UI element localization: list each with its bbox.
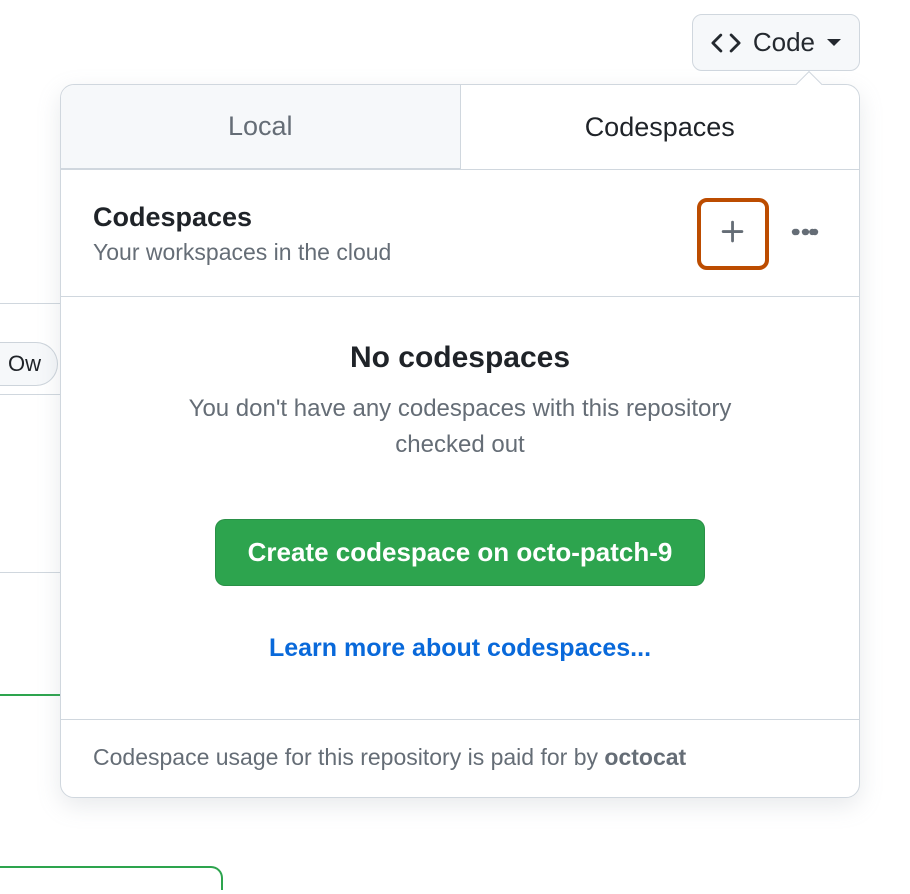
plus-icon [718, 217, 748, 252]
create-codespace-on-branch-button[interactable]: Create codespace on octo-patch-9 [215, 519, 706, 586]
empty-title: No codespaces [99, 341, 821, 375]
tab-codespaces-label: Codespaces [585, 112, 735, 143]
learn-more-label: Learn more about codespaces... [269, 634, 651, 662]
tab-local[interactable]: Local [61, 85, 461, 169]
footer-prefix: Codespace usage for this repository is p… [93, 744, 604, 770]
code-popover: Local Codespaces Codespaces Your workspa… [60, 84, 860, 798]
bg-bar-2 [0, 572, 60, 696]
code-button[interactable]: Code [692, 14, 860, 71]
code-icon [711, 28, 741, 58]
codespaces-title: Codespaces [93, 202, 391, 233]
codespaces-header: Codespaces Your workspaces in the cloud [61, 170, 859, 297]
codespaces-options-button[interactable] [783, 212, 827, 256]
codespaces-subtitle: Your workspaces in the cloud [93, 239, 391, 266]
bg-owner-pill[interactable]: Ow [0, 342, 58, 386]
codespaces-header-actions [697, 198, 827, 270]
tab-codespaces[interactable]: Codespaces [461, 85, 860, 169]
empty-state: No codespaces You don't have any codespa… [61, 297, 859, 720]
codespaces-header-text: Codespaces Your workspaces in the cloud [93, 202, 391, 266]
bg-pill-text: Ow [8, 351, 41, 377]
kebab-icon [789, 216, 821, 253]
learn-more-link[interactable]: Learn more about codespaces... [99, 634, 821, 663]
code-button-label: Code [753, 27, 815, 58]
footer-payer: octocat [604, 744, 686, 770]
empty-description: You don't have any codespaces with this … [99, 391, 821, 463]
tab-local-label: Local [228, 111, 293, 142]
create-codespace-button[interactable] [697, 198, 769, 270]
caret-down-icon [827, 39, 841, 46]
popover-tabs: Local Codespaces [61, 85, 859, 170]
create-button-label: Create codespace on octo-patch-9 [248, 537, 673, 567]
popover-footer: Codespace usage for this repository is p… [61, 720, 859, 797]
bg-green-outline [0, 866, 223, 890]
